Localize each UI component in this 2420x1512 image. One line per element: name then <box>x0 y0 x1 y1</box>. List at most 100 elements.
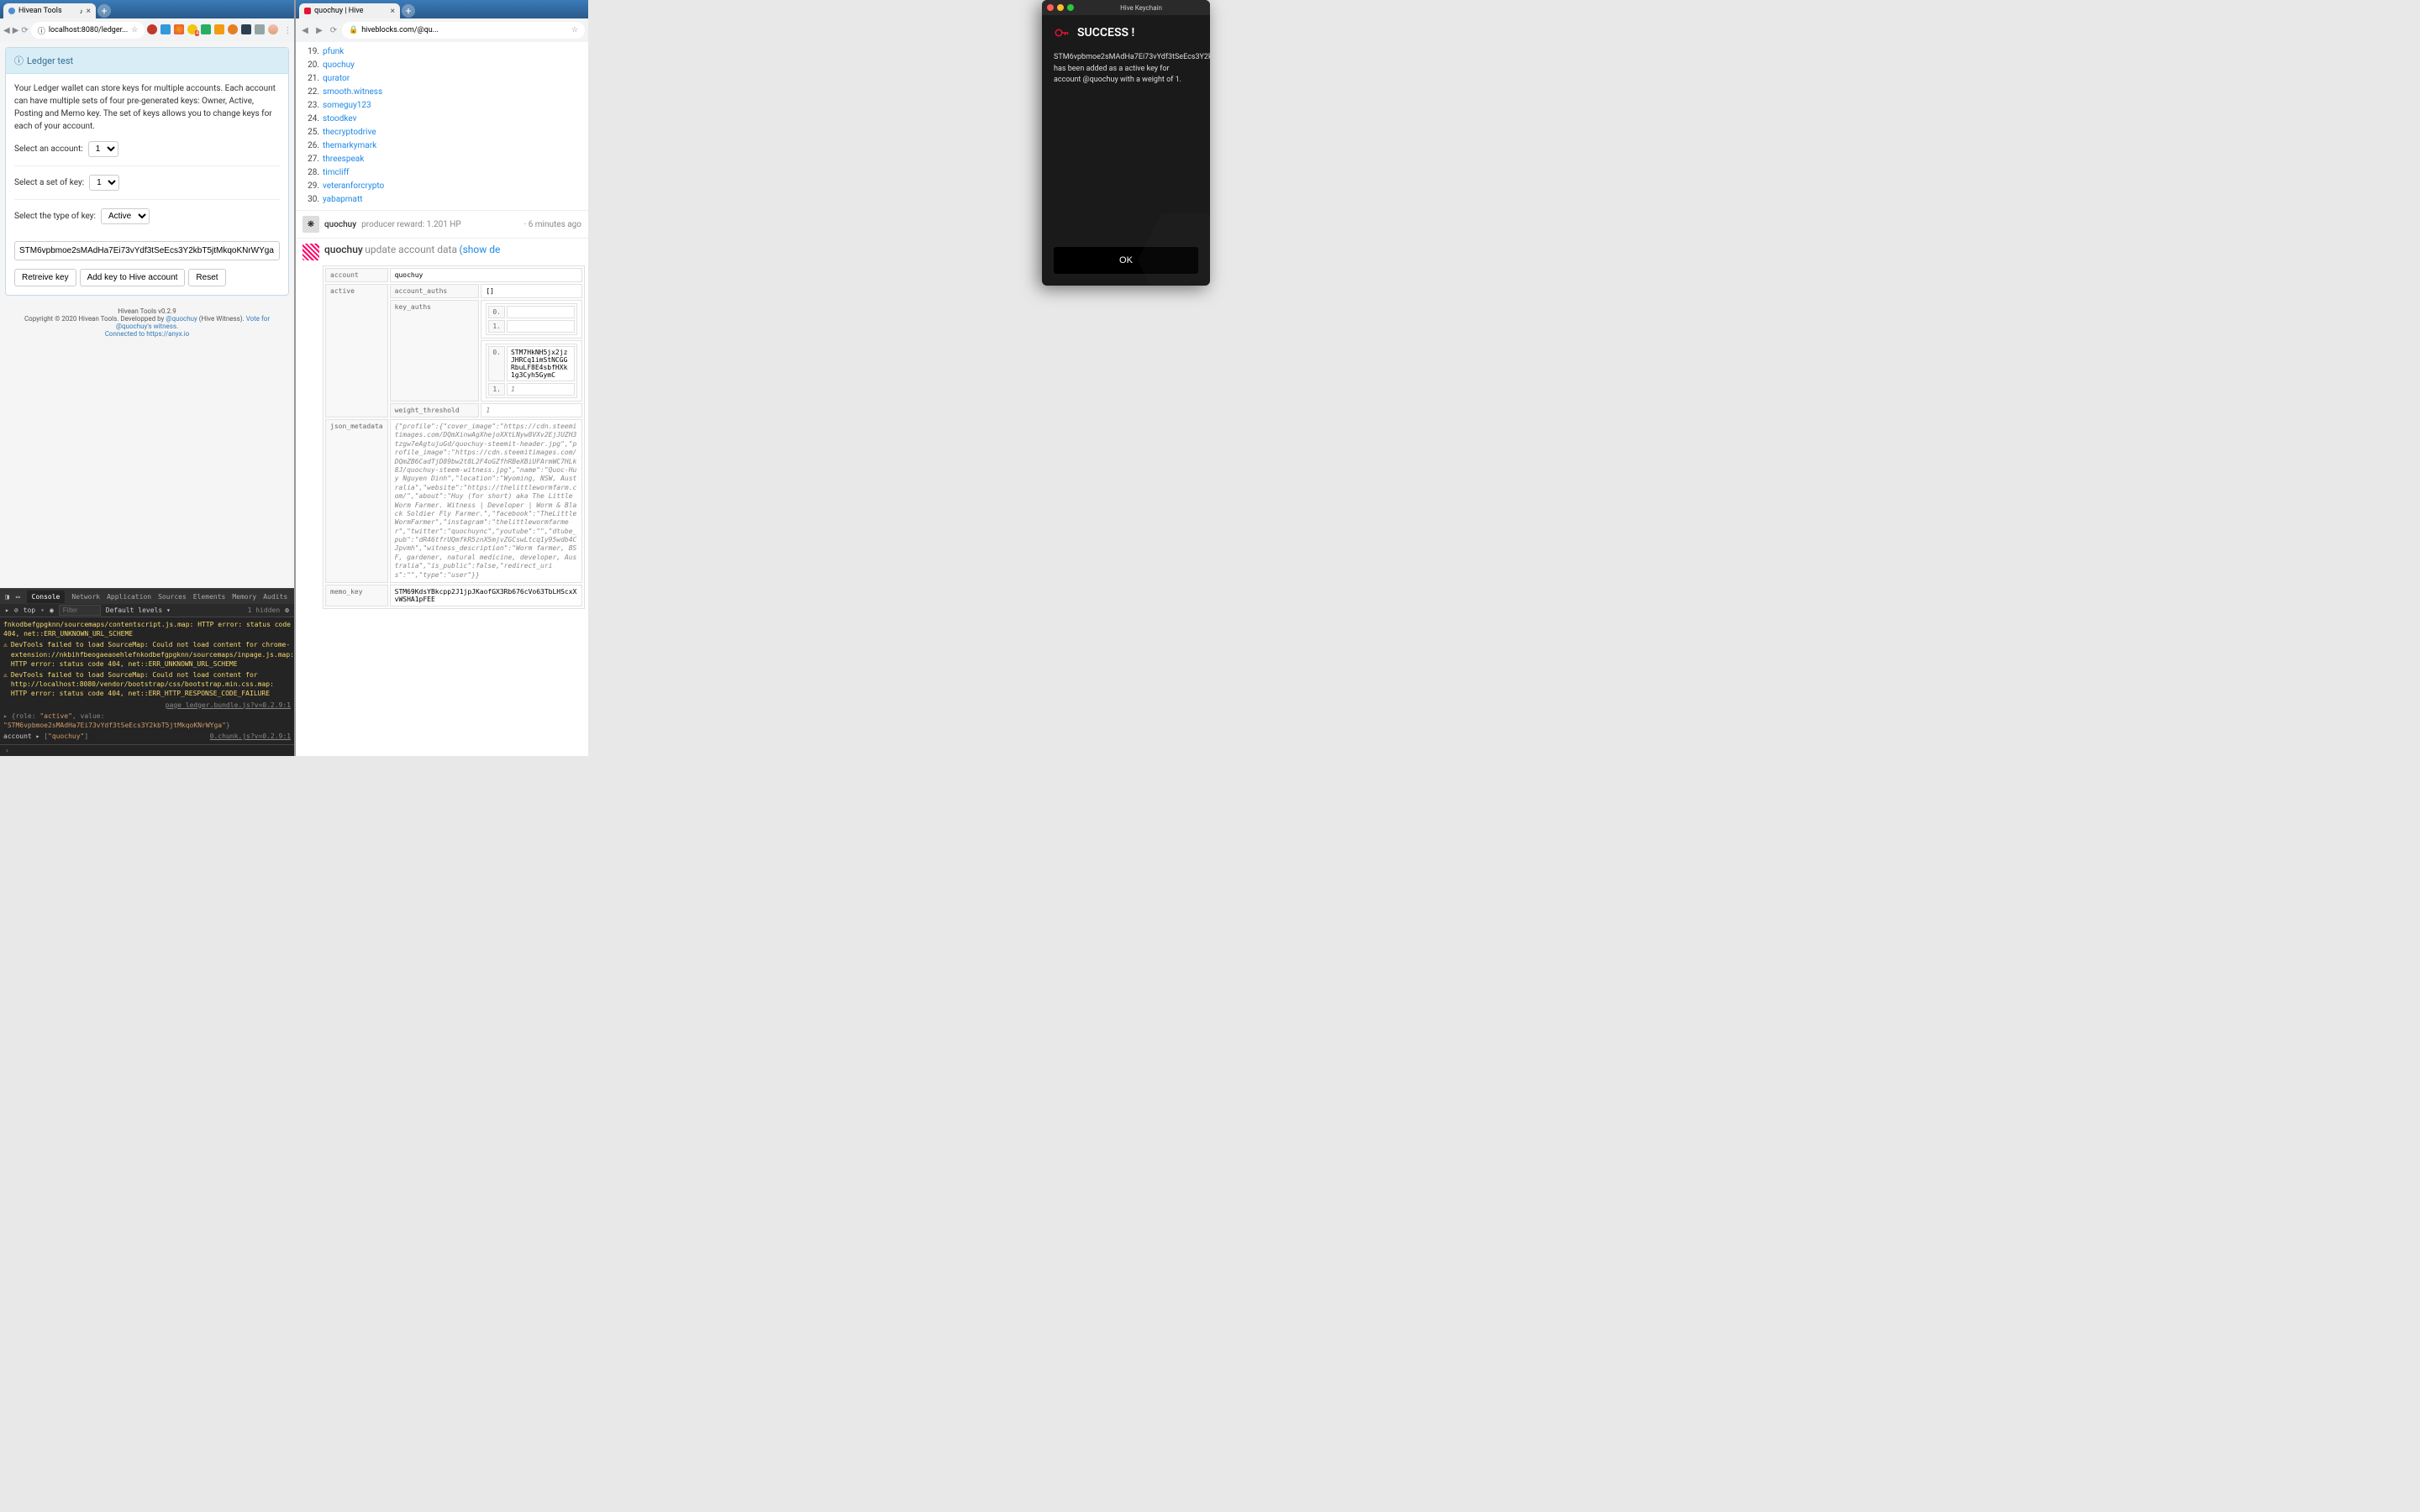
select-account[interactable]: 1 <box>88 141 118 157</box>
ext-icon-color[interactable] <box>174 24 184 34</box>
ext-icon-lastpass[interactable] <box>147 24 157 34</box>
back-icon[interactable]: ◀ <box>3 24 10 36</box>
ext-icon-metamask[interactable] <box>228 24 238 34</box>
witness-number: 28. <box>304 166 319 180</box>
new-tab-button[interactable]: + <box>402 4 415 18</box>
hidden-count: 1 hidden <box>248 606 281 614</box>
devtools-tab-console[interactable]: Console <box>27 591 66 603</box>
bookmark-icon[interactable]: ☆ <box>131 26 138 34</box>
window-minimize-icon[interactable] <box>1057 4 1064 11</box>
form-row-keyset: Select a set of key: 1 <box>14 175 280 200</box>
footer-version: Hivean Tools v0.2.9 <box>8 307 286 315</box>
devtools-tab-elements[interactable]: Elements <box>193 593 226 601</box>
witness-link[interactable]: qurator <box>323 72 350 86</box>
label-keyset: Select a set of key: <box>14 176 84 189</box>
console-warning: ⚠ DevTools failed to load SourceMap: Cou… <box>3 639 291 669</box>
witness-link[interactable]: stoodkev <box>323 113 356 126</box>
witness-link[interactable]: timcliff <box>323 166 350 180</box>
feed-user[interactable]: quochuy <box>324 220 356 229</box>
device-icon[interactable]: ▭ <box>16 593 20 601</box>
pubkey-input[interactable] <box>14 241 280 260</box>
devtools-tab-application[interactable]: Application <box>107 593 151 601</box>
forward-icon[interactable]: ▶ <box>13 24 19 36</box>
back-icon[interactable]: ◀ <box>299 24 311 36</box>
witness-link[interactable]: pfunk <box>323 45 344 59</box>
select-keytype[interactable]: Active <box>101 208 150 224</box>
witness-item: 28. timcliff <box>304 166 580 180</box>
ext-icon-bulb[interactable]: 4 <box>187 24 197 34</box>
devtools-panel: ◨ ▭ Console Network Application Sources … <box>0 588 294 756</box>
new-tab-button[interactable]: + <box>97 4 111 18</box>
table-row: active account_auths [] <box>325 284 582 298</box>
url-text: hiveblocks.com/@qu... <box>361 26 568 34</box>
forward-icon[interactable]: ▶ <box>313 24 325 36</box>
devtools-tab-audits[interactable]: Audits <box>263 593 287 601</box>
window-close-icon[interactable] <box>1047 4 1054 11</box>
eye-icon[interactable]: ◉ <box>50 606 54 614</box>
console-log: page_ledger.bundle.js?v=0.2.9:1 <box>3 700 291 711</box>
author-link[interactable]: @quochuy <box>166 315 197 323</box>
card-body: Your Ledger wallet can store keys for mu… <box>6 74 288 295</box>
devtools-filter-bar: ▸ ⊘ top▾ ◉ Default levels ▾ 1 hidden ⚙ <box>0 604 294 617</box>
success-message: STM6vpbmoe2sMAdHa7Ei73vYdf3tSeEcs3Y2kbT5… <box>1054 52 1198 87</box>
ext-icon-yellow[interactable] <box>214 24 224 34</box>
op-sublabel: key_auths <box>390 300 480 402</box>
reset-button[interactable]: Reset <box>188 269 225 286</box>
retrieve-key-button[interactable]: Retreive key <box>14 269 76 286</box>
reload-icon[interactable]: ⟳ <box>21 24 28 36</box>
witness-number: 20. <box>304 59 319 72</box>
tab-title: Hivean Tools <box>18 7 76 15</box>
witness-number: 21. <box>304 72 319 86</box>
ext-icon-key[interactable] <box>160 24 171 34</box>
witness-item: 25.thecryptodrive <box>304 126 580 139</box>
witness-link[interactable]: yabapmatt <box>323 193 363 207</box>
witness-link[interactable]: themarkymark <box>323 139 376 153</box>
close-icon[interactable]: × <box>391 7 395 16</box>
devtools-tab-network[interactable]: Network <box>71 593 100 601</box>
witness-link[interactable]: quochuy <box>323 59 355 72</box>
witness-link[interactable]: smooth.witness <box>323 86 382 99</box>
console-output[interactable]: fnkodbefgpgknn/sourcemaps/contentscript.… <box>0 617 294 744</box>
browser-tab[interactable]: quochuy | Hive × <box>299 3 400 18</box>
clear-console-icon[interactable]: ⊘ <box>14 606 18 614</box>
url-input[interactable]: ⓘ localhost:8080/ledger... ☆ <box>31 22 145 39</box>
console-settings-icon[interactable]: ⚙ <box>285 606 289 614</box>
add-key-button[interactable]: Add key to Hive account <box>80 269 186 286</box>
witness-link[interactable]: thecryptodrive <box>323 126 376 139</box>
devtools-tabs: ◨ ▭ Console Network Application Sources … <box>0 589 294 604</box>
menu-icon[interactable]: ⋮ <box>281 24 293 36</box>
tab-audio-icon[interactable]: ♪ <box>80 8 83 15</box>
inspect-icon[interactable]: ◨ <box>5 593 9 601</box>
devtools-tab-memory[interactable]: Memory <box>232 593 256 601</box>
feed-user[interactable]: quochuy <box>324 244 363 255</box>
select-keyset[interactable]: 1 <box>89 175 119 191</box>
ext-icon-dark[interactable] <box>241 24 251 34</box>
browser-tab[interactable]: Hivean Tools ♪ × <box>3 3 96 18</box>
keychain-logo-icon <box>1054 25 1069 40</box>
show-details-link[interactable]: (show de <box>459 244 500 255</box>
close-icon[interactable]: × <box>87 7 91 16</box>
window-zoom-icon[interactable] <box>1067 4 1074 11</box>
table-row: account quochuy <box>325 268 582 282</box>
console-sidebar-icon[interactable]: ▸ <box>5 606 9 614</box>
witness-link[interactable]: threespeak <box>323 153 364 166</box>
url-input[interactable]: 🔒 hiveblocks.com/@qu... ☆ <box>342 22 585 39</box>
devtools-tab-sources[interactable]: Sources <box>158 593 187 601</box>
profile-avatar-icon[interactable] <box>268 24 278 34</box>
context-selector[interactable]: top <box>24 606 35 614</box>
witness-link[interactable]: someguy123 <box>323 99 371 113</box>
console-log: account ▸ ["quochuy"]0.chunk.js?v=0.2.9:… <box>3 731 291 742</box>
reload-icon[interactable]: ⟳ <box>328 24 339 36</box>
bookmark-icon[interactable]: ☆ <box>571 26 578 34</box>
ext-icon-grey[interactable] <box>255 24 265 34</box>
op-sublabel: account_auths <box>390 284 480 298</box>
witness-link[interactable]: veteranforcrypto <box>323 180 384 193</box>
lock-icon: 🔒 <box>349 26 358 34</box>
console-filter-input[interactable] <box>59 605 101 616</box>
log-levels-selector[interactable]: Default levels ▾ <box>106 606 171 614</box>
intro-text: Your Ledger wallet can store keys for mu… <box>14 82 280 133</box>
ext-icon-green[interactable] <box>201 24 211 34</box>
keychain-header: SUCCESS ! <box>1054 25 1198 40</box>
feed-item-update-account: quochuy update account data (show de <box>296 238 588 265</box>
console-prompt[interactable]: › <box>0 744 294 756</box>
